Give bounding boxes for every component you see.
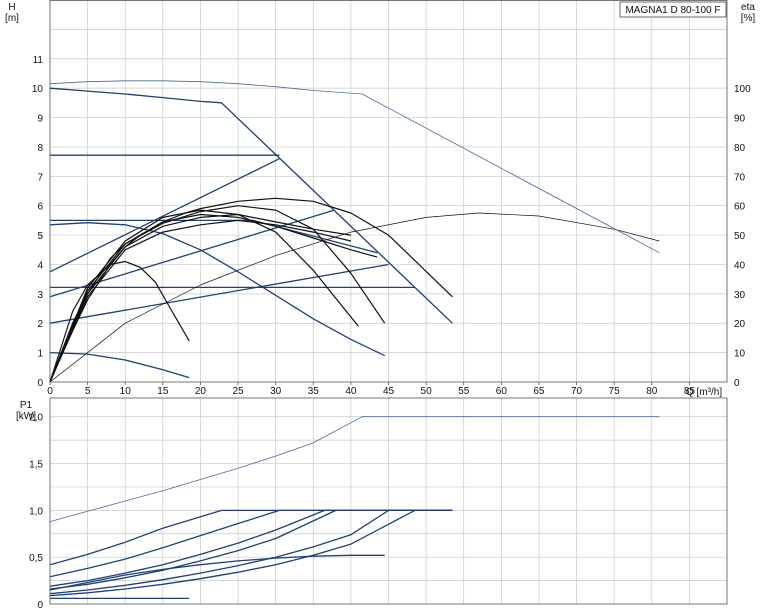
- y2-tick-label: 80: [734, 143, 746, 154]
- x-tick-label: 60: [496, 386, 508, 397]
- y2-tick-label: 50: [734, 231, 746, 242]
- y-axis-unit-m: [m]: [5, 13, 19, 24]
- y2-tick-label: 20: [734, 319, 746, 330]
- y2-tick-label: 90: [734, 114, 746, 125]
- power-curve: [49, 509, 453, 578]
- y2-tick-label: 10: [734, 349, 746, 360]
- y2-tick-label: 40: [734, 260, 746, 271]
- head-curve: [49, 222, 385, 357]
- head-chart-grid: [49, 0, 727, 385]
- y-axis-unit-kw: [kW]: [16, 411, 36, 422]
- y-tick-label: 3: [37, 290, 43, 301]
- chart-title-text: MAGNA1 D 80-100 F: [625, 5, 720, 16]
- y-tick-label: 6: [37, 202, 43, 213]
- y-axis-label-h: H: [8, 2, 15, 13]
- axis-tick-labels: 0 5 10 15 20 25 30 35 40 45 50 55 60 65 70 75 80 85012345…: [29, 55, 751, 611]
- y2-tick-label: 30: [734, 290, 746, 301]
- y2-tick-label: 60: [734, 202, 746, 213]
- y-tick-label: 4: [37, 260, 43, 271]
- power-curve: [49, 509, 416, 597]
- x-tick-label: 65: [533, 386, 545, 397]
- power-curve: [49, 509, 453, 566]
- y-tick-label: 2: [37, 319, 43, 330]
- y-tick-label: 9: [37, 114, 43, 125]
- y2-tick-label: 70: [734, 172, 746, 183]
- x-tick-label: 70: [571, 386, 583, 397]
- x-tick-label: 55: [458, 386, 470, 397]
- efficiency-curve: [49, 197, 453, 383]
- x-tick-label: 5: [85, 386, 91, 397]
- y-axis-label-p1: P1: [20, 400, 33, 411]
- power-chart-series: [49, 416, 660, 600]
- head-curve: [49, 351, 190, 379]
- x-tick-label: 0: [47, 386, 53, 397]
- power-curve: [49, 554, 385, 591]
- x-tick-label: 10: [120, 386, 132, 397]
- chart-title: MAGNA1 D 80-100 F: [619, 1, 727, 18]
- p1-tick-label: 0: [37, 600, 43, 611]
- x-tick-label: 25: [232, 386, 244, 397]
- single-pump-power-curve: [49, 416, 660, 522]
- y-tick-label: 7: [37, 172, 43, 183]
- y-tick-label: 10: [32, 84, 44, 95]
- x-tick-label: 80: [646, 386, 658, 397]
- y-tick-label: 11: [33, 55, 44, 66]
- x-tick-label: 40: [345, 386, 357, 397]
- p1-tick-label: 1,5: [29, 460, 43, 471]
- y-tick-label: 0: [37, 378, 43, 389]
- y2-tick-label: 0: [734, 378, 740, 389]
- x-tick-label: 50: [421, 386, 433, 397]
- p1-tick-label: 1,0: [29, 506, 43, 517]
- y2-axis-unit-percent: [%]: [741, 13, 756, 24]
- x-tick-label: 30: [270, 386, 282, 397]
- x-tick-label: 75: [609, 386, 621, 397]
- x-tick-label: 45: [383, 386, 395, 397]
- x-tick-label: 35: [308, 386, 320, 397]
- efficiency-curve: [49, 260, 190, 383]
- y-tick-label: 5: [37, 231, 43, 242]
- y2-tick-label: 100: [734, 84, 751, 95]
- y-tick-label: 8: [37, 143, 43, 154]
- x-axis-label-q: Q [m³/h]: [686, 387, 722, 398]
- x-tick-label: 15: [157, 386, 169, 397]
- x-tick-label: 20: [195, 386, 207, 397]
- pump-curve-chart: 0 5 10 15 20 25 30 35 40 45 50 55 60 65 70 75 80 85012345…: [5, 0, 756, 611]
- p1-tick-label: 0,5: [29, 553, 43, 564]
- y-tick-label: 1: [37, 349, 43, 360]
- y2-axis-label-eta: eta: [741, 2, 755, 13]
- head-chart-series: [49, 80, 660, 383]
